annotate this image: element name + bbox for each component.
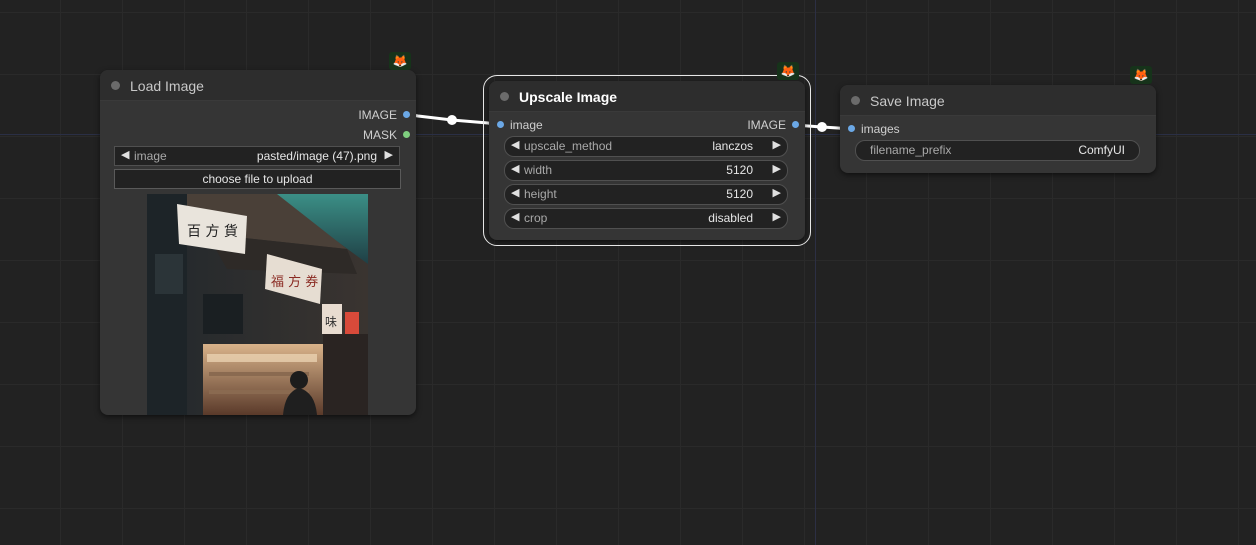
node-status-dot[interactable] <box>500 92 509 101</box>
widget-label: height <box>524 187 557 201</box>
filename-prefix-field[interactable]: filename_prefix ComfyUI <box>855 140 1140 161</box>
fox-badge-icon: 🦊 <box>777 62 799 80</box>
widget-label: filename_prefix <box>870 143 952 157</box>
decrement-arrow-icon[interactable]: ◀ <box>121 148 129 161</box>
widget-label: image <box>134 149 167 163</box>
slot-label: images <box>861 122 900 136</box>
widget-value: 5120 <box>726 187 753 201</box>
output-slot-image[interactable]: IMAGE <box>747 118 799 132</box>
widget-value: pasted/image (47).png <box>256 149 377 163</box>
node-status-dot[interactable] <box>851 96 860 105</box>
widget-value: disabled <box>708 211 753 225</box>
decrement-arrow-icon[interactable]: ◀ <box>511 186 519 199</box>
slot-label: IMAGE <box>358 108 397 122</box>
preview-illustration: 百 方 貨 福 方 券 味 <box>147 194 368 415</box>
increment-arrow-icon[interactable]: ▶ <box>773 186 781 199</box>
increment-arrow-icon[interactable]: ▶ <box>773 210 781 223</box>
fox-badge-icon: 🦊 <box>389 52 411 70</box>
decrement-arrow-icon[interactable]: ◀ <box>511 210 519 223</box>
load-image-node[interactable]: Load Image 🦊 IMAGE MASK ◀ image pasted/i… <box>100 52 416 415</box>
output-slot-mask[interactable]: MASK <box>363 128 410 142</box>
link-midpoint-2[interactable] <box>817 122 827 132</box>
widget-value: 5120 <box>726 163 753 177</box>
widget-label: width <box>524 163 553 177</box>
slot-dot-icon[interactable] <box>497 121 504 129</box>
canvas-guide-vertical <box>815 0 816 545</box>
upscale-image-node[interactable]: Upscale Image 🦊 image IMAGE ◀ upscale_me… <box>483 62 811 246</box>
slot-label: IMAGE <box>747 118 786 132</box>
node-title: Save Image <box>870 93 945 109</box>
slot-label: image <box>510 118 543 132</box>
node-header[interactable]: Save Image <box>840 85 1156 116</box>
preview-sign-text-2: 福 方 券 <box>271 274 318 290</box>
width-widget[interactable]: ◀ width 5120 ▶ <box>504 160 788 181</box>
increment-arrow-icon[interactable]: ▶ <box>773 162 781 175</box>
preview-sign-text-3: 味 <box>325 315 337 329</box>
preview-sign-text-1: 百 方 貨 <box>187 223 238 240</box>
node-title: Upscale Image <box>519 89 618 105</box>
decrement-arrow-icon[interactable]: ◀ <box>511 138 519 151</box>
widget-label: upscale_method <box>524 139 613 153</box>
link-midpoint-1[interactable] <box>447 115 457 125</box>
output-slot-image[interactable]: IMAGE <box>358 108 410 122</box>
node-header[interactable]: Upscale Image <box>489 81 805 112</box>
widget-value: lanczos <box>712 139 753 153</box>
graph-canvas[interactable]: Load Image 🦊 IMAGE MASK ◀ image pasted/i… <box>0 0 1256 545</box>
node-title: Load Image <box>130 78 204 94</box>
increment-arrow-icon[interactable]: ▶ <box>385 148 393 161</box>
save-image-node[interactable]: Save Image 🦊 images filename_prefix Comf… <box>840 66 1156 173</box>
slot-dot-icon[interactable] <box>848 125 855 133</box>
upscale-method-widget[interactable]: ◀ upscale_method lanczos ▶ <box>504 136 788 157</box>
choose-file-button[interactable]: choose file to upload <box>114 169 401 189</box>
widget-value: ComfyUI <box>1078 143 1125 157</box>
decrement-arrow-icon[interactable]: ◀ <box>511 162 519 175</box>
fox-badge-icon: 🦊 <box>1130 66 1152 84</box>
slot-dot-icon[interactable] <box>403 111 410 119</box>
increment-arrow-icon[interactable]: ▶ <box>773 138 781 151</box>
input-slot-images[interactable]: images <box>848 122 900 136</box>
slot-dot-icon[interactable] <box>792 121 799 129</box>
node-header[interactable]: Load Image <box>100 70 416 101</box>
input-slot-image[interactable]: image <box>497 118 543 132</box>
slot-label: MASK <box>362 128 397 142</box>
slot-dot-icon[interactable] <box>403 131 410 139</box>
link-load-to-upscale[interactable] <box>405 112 500 127</box>
crop-widget[interactable]: ◀ crop disabled ▶ <box>504 208 788 229</box>
height-widget[interactable]: ◀ height 5120 ▶ <box>504 184 788 205</box>
image-preview: 百 方 貨 福 方 券 味 <box>147 194 368 415</box>
widget-label: crop <box>524 211 548 225</box>
image-combo-widget[interactable]: ◀ image pasted/image (47).png ▶ <box>114 146 400 166</box>
node-status-dot[interactable] <box>111 81 120 90</box>
